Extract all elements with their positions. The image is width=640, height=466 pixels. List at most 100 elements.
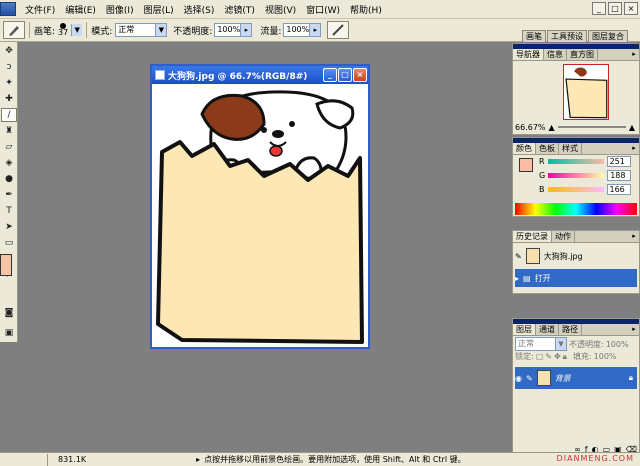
magic-wand-tool-icon[interactable]: ✦ [1,76,17,90]
navigator-zoom-value[interactable]: 66.67% [515,123,546,132]
navigator-thumbnail[interactable] [563,64,609,120]
image-canvas[interactable] [152,84,368,347]
maximize-icon[interactable]: □ [608,2,622,15]
lock-move-icon[interactable]: ✥ [554,352,561,361]
tab-histogram[interactable]: 直方图 [567,49,598,60]
green-value-field[interactable]: 188 [607,170,632,181]
chevron-right-icon: ▸ [240,24,252,36]
menu-file[interactable]: 文件(F) [20,3,60,16]
pen-tool-icon[interactable]: ✒ [1,188,17,202]
minimize-icon[interactable]: _ [323,68,337,82]
document-title-bar[interactable]: 大狗狗.jpg @ 66.7%(RGB/8#) _ □ × [152,66,368,84]
layer-row-background[interactable]: ◉ ✎ 背景 🔒︎ [515,367,637,389]
mode-select[interactable]: 正常 ▼ [115,23,168,37]
tab-channels[interactable]: 通道 [536,324,559,335]
zoom-in-icon[interactable]: ▲ [629,123,635,132]
well-tab-tool-presets[interactable]: 工具预设 [547,30,587,42]
clone-stamp-tool-icon[interactable]: ♜ [1,124,17,138]
tab-layers[interactable]: 图层 [513,324,536,335]
tool-preset-picker[interactable] [3,21,25,39]
layer-opacity-value[interactable]: 100% [606,340,629,349]
window-controls: _ □ × [592,2,638,15]
shape-tool-icon[interactable]: ▭ [1,236,17,250]
chevron-down-icon: ▼ [555,338,566,350]
quick-mask-icon[interactable]: ◙ [1,306,17,320]
layer-lock-row: 锁定: ▢ ✎ ✥ 🔒︎ 填充: 100% [515,351,637,362]
history-state-row[interactable]: ▸ ▤ 打开 [515,269,637,287]
lock-all-icon[interactable]: 🔒︎ [563,352,567,362]
close-icon[interactable]: × [353,68,367,82]
maximize-icon[interactable]: □ [338,68,352,82]
blue-slider[interactable] [547,187,604,192]
green-slider[interactable] [548,173,605,178]
dog-in-bag-illustration [156,90,364,344]
brush-icon: ✎ [525,373,533,383]
minimize-icon[interactable]: _ [592,2,606,15]
brush-tool-icon[interactable]: / [1,108,17,122]
panel-menu-icon[interactable]: ▸ [629,143,639,154]
layer-thumbnail [536,370,551,386]
zoom-slider[interactable] [557,126,626,128]
color-spectrum-bar[interactable] [515,203,637,215]
menu-window[interactable]: 窗口(W) [301,3,345,16]
zoom-out-icon[interactable]: ▲ [549,123,555,132]
brush-picker[interactable]: 37 [58,23,68,37]
eraser-tool-icon[interactable]: ▱ [1,140,17,154]
well-tab-brushes[interactable]: 画笔 [522,30,546,42]
flow-field[interactable]: 100% ▸ [283,23,322,37]
history-snapshot-row[interactable]: ✎ 大狗狗.jpg [515,247,637,265]
status-zoom-field[interactable] [0,453,48,466]
mode-value: 正常 [118,25,135,34]
path-selection-tool-icon[interactable]: ➤ [1,220,17,234]
menu-edit[interactable]: 编辑(E) [60,3,101,16]
foreground-color-swatch[interactable] [0,254,12,276]
blend-mode-select[interactable]: 正常 ▼ [515,337,567,351]
menu-filter[interactable]: 滤镜(T) [219,3,260,16]
well-tab-layer-comps[interactable]: 图层复合 [588,30,628,42]
lasso-tool-icon[interactable]: ↄ [1,60,17,74]
document-size-label: 831.1K [58,455,87,464]
lock-brush-icon[interactable]: ✎ [545,352,552,361]
menu-image[interactable]: 图像(I) [101,3,139,16]
history-brush-source-icon[interactable]: ✎ [515,252,522,261]
menu-help[interactable]: 帮助(H) [345,3,387,16]
menu-select[interactable]: 选择(S) [179,3,220,16]
healing-brush-tool-icon[interactable]: ✚ [1,92,17,106]
red-slider[interactable] [547,159,604,164]
tab-swatches[interactable]: 色板 [536,143,559,154]
screen-mode-icon[interactable]: ▣ [1,326,17,340]
menu-layer[interactable]: 图层(L) [139,3,179,16]
dodge-tool-icon[interactable]: ● [1,172,17,186]
tab-history[interactable]: 历史记录 [513,231,552,242]
tab-color[interactable]: 颜色 [513,143,536,154]
tab-info[interactable]: 信息 [544,49,567,60]
close-icon[interactable]: × [624,2,638,15]
opacity-field[interactable]: 100% ▸ [214,23,253,37]
blue-value-field[interactable]: 166 [606,184,631,195]
history-panel: 历史记录 动作 ▸ ✎ 大狗狗.jpg ▸ ▤ 打开 [512,230,640,294]
brush-dropdown-icon[interactable]: ▼ [71,24,83,36]
tab-actions[interactable]: 动作 [552,231,575,242]
watermark-text: DIANMENG.COM [556,454,634,463]
panel-menu-icon[interactable]: ▸ [629,231,639,242]
type-tool-icon[interactable]: T [1,204,17,218]
panel-menu-icon[interactable]: ▸ [629,324,639,335]
chevron-right-icon: ▸ [309,24,321,36]
eye-icon[interactable]: ◉ [515,374,522,383]
paint-bucket-tool-icon[interactable]: ◈ [1,156,17,170]
brush-size: 37 [58,28,69,37]
options-bar: 画笔: 37 ▼ 模式: 正常 ▼ 不透明度: 100% ▸ 流量: 100% … [0,19,640,42]
airbrush-toggle[interactable] [327,21,350,39]
tab-paths[interactable]: 路径 [559,324,582,335]
lock-transparency-icon[interactable]: ▢ [536,352,544,361]
panel-menu-icon[interactable]: ▸ [629,49,639,60]
foreground-color-swatch[interactable] [519,158,533,172]
tab-styles[interactable]: 样式 [559,143,582,154]
divider [86,22,88,38]
red-value-field[interactable]: 251 [606,156,631,167]
menu-view[interactable]: 视图(V) [260,3,301,16]
fill-value[interactable]: 100% [594,352,617,361]
move-tool-icon[interactable]: ✥ [1,44,17,58]
tab-navigator[interactable]: 导航器 [513,49,544,60]
status-bar: 831.1K ▸ 点按并拖移以用前景色绘画。要用附加选项，使用 Shift、Al… [0,452,640,466]
